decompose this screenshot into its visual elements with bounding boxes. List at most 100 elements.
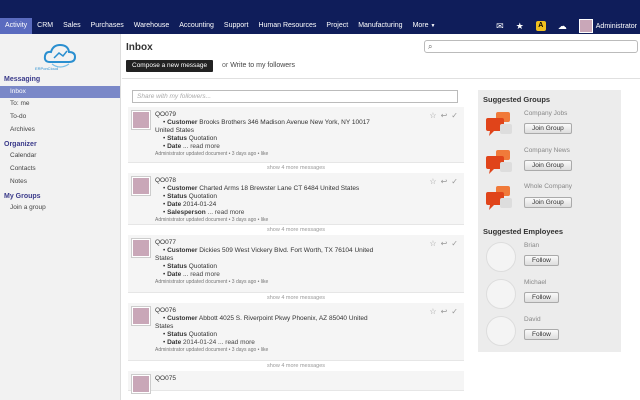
avatar[interactable]	[132, 177, 150, 195]
group-icon[interactable]	[484, 110, 514, 138]
follow-button[interactable]: Follow	[524, 255, 559, 266]
field-value: Quotation	[188, 193, 217, 200]
sidebar-item-inbox[interactable]: Inbox	[0, 86, 120, 98]
message-actions: ☆ ↩ ✓	[429, 111, 458, 120]
customer-line: • Customer Dickies 509 West Vickery Blvd…	[163, 247, 374, 254]
message-actions: ☆ ↩ ✓	[429, 239, 458, 248]
reply-icon[interactable]: ↩	[441, 177, 448, 186]
employee-name[interactable]: Brian	[524, 242, 539, 249]
employee-avatar-icon[interactable]	[486, 279, 516, 309]
user-name[interactable]: Administrator	[596, 23, 637, 30]
logo-text: ERPonCloud	[35, 66, 59, 71]
sidebar-item-contacts[interactable]: Contacts	[0, 163, 120, 175]
avatar[interactable]	[132, 239, 150, 257]
nav-purchases[interactable]: Purchases	[86, 18, 129, 34]
field-line: • Status Quotation	[163, 263, 217, 270]
sidebar-item-join-group[interactable]: Join a group	[0, 202, 120, 214]
nav-human-resources[interactable]: Human Resources	[253, 18, 321, 34]
field-label: Date	[167, 339, 182, 346]
message-body: QO077 • Customer Dickies 509 West Vicker…	[155, 239, 417, 286]
group-icon[interactable]	[484, 184, 514, 212]
message-title[interactable]: QO078	[155, 177, 417, 185]
nav-crm[interactable]: CRM	[32, 18, 58, 34]
sidebar-item-notes[interactable]: Notes	[0, 176, 120, 188]
group-name[interactable]: Whole Company	[524, 183, 572, 190]
check-icon[interactable]: ✓	[451, 177, 458, 186]
reply-icon[interactable]: ↩	[441, 111, 448, 120]
check-icon[interactable]: ✓	[451, 111, 458, 120]
sidebar-item-to-me[interactable]: To: me	[0, 98, 120, 110]
message-title[interactable]: QO077	[155, 239, 417, 247]
customer-value: Dickies 509 West Vickery Blvd. Fort Wort…	[199, 247, 374, 254]
check-icon[interactable]: ✓	[451, 239, 458, 248]
field-label: Date	[167, 201, 182, 208]
star-icon[interactable]: ☆	[429, 239, 436, 248]
message-body: QO075	[155, 375, 417, 383]
show-more-link[interactable]: show 4 more messages	[128, 293, 464, 303]
follow-button[interactable]: Follow	[524, 292, 559, 303]
suggested-employees-title: Suggested Employees	[483, 227, 564, 236]
search-icon: ⌕	[428, 42, 433, 51]
employee-avatar-icon[interactable]	[486, 316, 516, 346]
nav-more[interactable]: More ▼	[408, 18, 441, 34]
customer-line2: United States	[155, 127, 195, 134]
chat-icon[interactable]: ✉	[496, 21, 504, 32]
message-title[interactable]: QO075	[155, 375, 417, 383]
search-input[interactable]: ⌕	[424, 40, 638, 53]
message-actions: ☆ ↩ ✓	[429, 307, 458, 316]
star-icon[interactable]: ☆	[429, 307, 436, 316]
read-more-link[interactable]: ... read more	[183, 271, 220, 278]
follow-button[interactable]: Follow	[524, 329, 559, 340]
customer-line2: States	[155, 323, 174, 330]
customer-line: • Customer Abbott 4025 S. Riverpoint Pkw…	[163, 315, 368, 322]
nav-accounting[interactable]: Accounting	[174, 18, 219, 34]
field-label: Date	[167, 143, 182, 150]
share-input[interactable]: Share with my followers...	[132, 90, 458, 103]
star-icon[interactable]: ☆	[429, 177, 436, 186]
message-title[interactable]: QO079	[155, 111, 417, 119]
employee-name[interactable]: David	[524, 316, 541, 323]
cloud-icon[interactable]: ☁	[558, 21, 567, 32]
join-group-button[interactable]: Join Group	[524, 123, 572, 134]
show-more-link[interactable]: show 4 more messages	[128, 225, 464, 235]
avatar[interactable]	[132, 111, 150, 129]
avatar[interactable]	[132, 307, 150, 325]
field-value: Quotation	[188, 135, 217, 142]
check-icon[interactable]: ✓	[451, 307, 458, 316]
customer-value: Charted Arms 18 Brewster Lane CT 6484 Un…	[199, 185, 360, 192]
employee-avatar-icon[interactable]	[486, 242, 516, 272]
write-to-followers-link[interactable]: Write to my followers	[230, 62, 295, 69]
nav-activity[interactable]: Activity	[0, 18, 33, 34]
nav-support[interactable]: Support	[219, 18, 254, 34]
nav-manufacturing[interactable]: Manufacturing	[353, 18, 407, 34]
group-icon[interactable]	[484, 148, 514, 176]
read-more-link[interactable]: ... read more	[183, 143, 220, 150]
show-more-link[interactable]: show 4 more messages	[128, 361, 464, 371]
reply-icon[interactable]: ↩	[441, 239, 448, 248]
reply-icon[interactable]: ↩	[441, 307, 448, 316]
app-badge-icon[interactable]: A	[535, 21, 546, 31]
sidebar-item-archives[interactable]: Archives	[0, 124, 120, 136]
message-body: QO079 • Customer Brooks Brothers 346 Mad…	[155, 111, 417, 158]
avatar[interactable]	[132, 375, 150, 393]
star-icon[interactable]: ☆	[429, 111, 436, 120]
user-avatar[interactable]	[578, 19, 593, 33]
group-name[interactable]: Company News	[524, 147, 570, 154]
read-more-link[interactable]: ... read more	[208, 209, 245, 216]
join-group-button[interactable]: Join Group	[524, 160, 572, 171]
sidebar-item-to-do[interactable]: To-do	[0, 111, 120, 123]
nav-sales[interactable]: Sales	[58, 18, 86, 34]
join-group-button[interactable]: Join Group	[524, 197, 572, 208]
compose-button[interactable]: Compose a new message	[126, 60, 214, 72]
message-feed: QO079 • Customer Brooks Brothers 346 Mad…	[128, 107, 464, 393]
divider	[122, 78, 640, 79]
show-more-link[interactable]: show 4 more messages	[128, 163, 464, 173]
star-icon[interactable]: ★	[516, 21, 524, 32]
group-name[interactable]: Company Jobs	[524, 110, 567, 117]
employee-name[interactable]: Michael	[524, 279, 546, 286]
nav-warehouse[interactable]: Warehouse	[129, 18, 175, 34]
nav-project[interactable]: Project	[321, 18, 353, 34]
sidebar-item-calendar[interactable]: Calendar	[0, 150, 120, 162]
read-more-link[interactable]: 2014-01-24 ... read more	[183, 339, 255, 346]
message-title[interactable]: QO076	[155, 307, 417, 315]
